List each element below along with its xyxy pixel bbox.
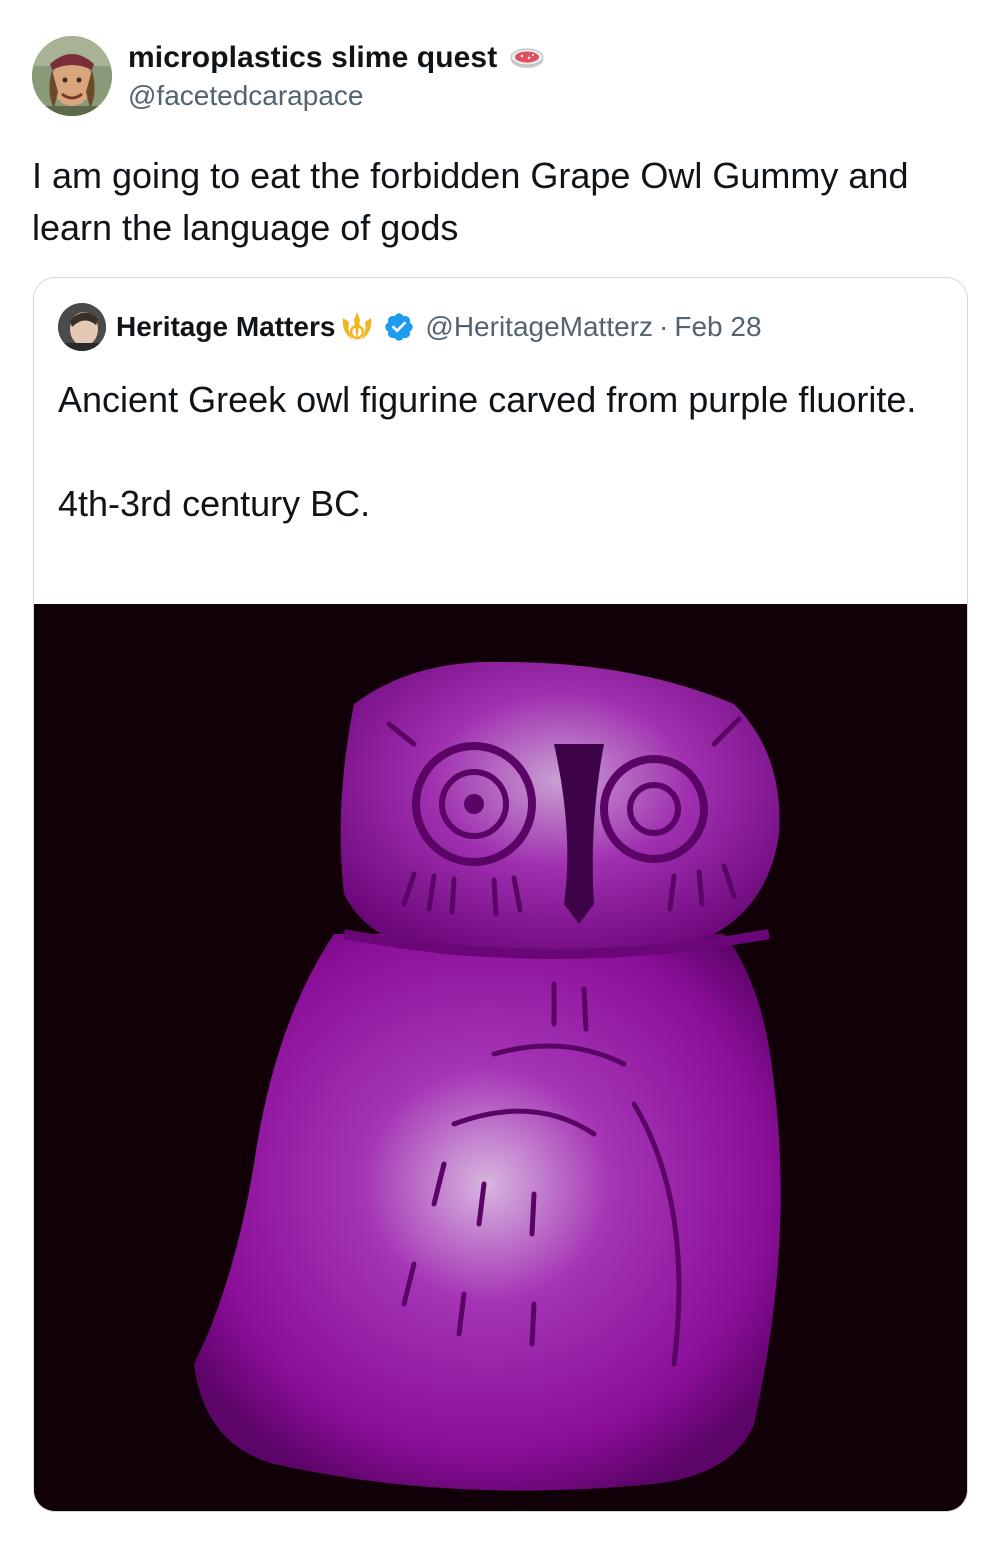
quoted-handle[interactable]: @HeritageMatterz [425,311,653,343]
tweet-header: microplastics slime quest @facetedcarapa… [32,36,932,118]
separator-dot: · [659,311,669,342]
quoted-date[interactable]: Feb 28 [674,311,761,343]
avatar[interactable] [32,36,112,116]
rebel-alliance-icon [339,310,375,344]
quoted-display-name[interactable]: Heritage Matters [116,311,335,343]
verified-badge-icon [383,311,415,343]
user-names: microplastics slime quest @facetedcarapa… [128,38,545,112]
display-name[interactable]: microplastics slime quest [128,41,497,75]
tweet: microplastics slime quest @facetedcarapa… [0,0,1000,1546]
quoted-tweet-header: Heritage Matters @HeritageMatterz · Feb … [58,302,762,352]
tweet-text: I am going to eat the forbidden Grape Ow… [32,155,909,248]
petri-dish-icon [509,46,545,70]
owl-figurine-image[interactable] [34,604,967,1511]
quoted-tweet[interactable]: Heritage Matters @HeritageMatterz · Feb … [33,277,968,1512]
user-handle[interactable]: @facetedcarapace [128,80,545,112]
quoted-tweet-text: Ancient Greek owl figurine carved from p… [58,379,917,524]
display-name-row: microplastics slime quest [128,38,545,78]
quoted-avatar[interactable] [58,303,106,351]
